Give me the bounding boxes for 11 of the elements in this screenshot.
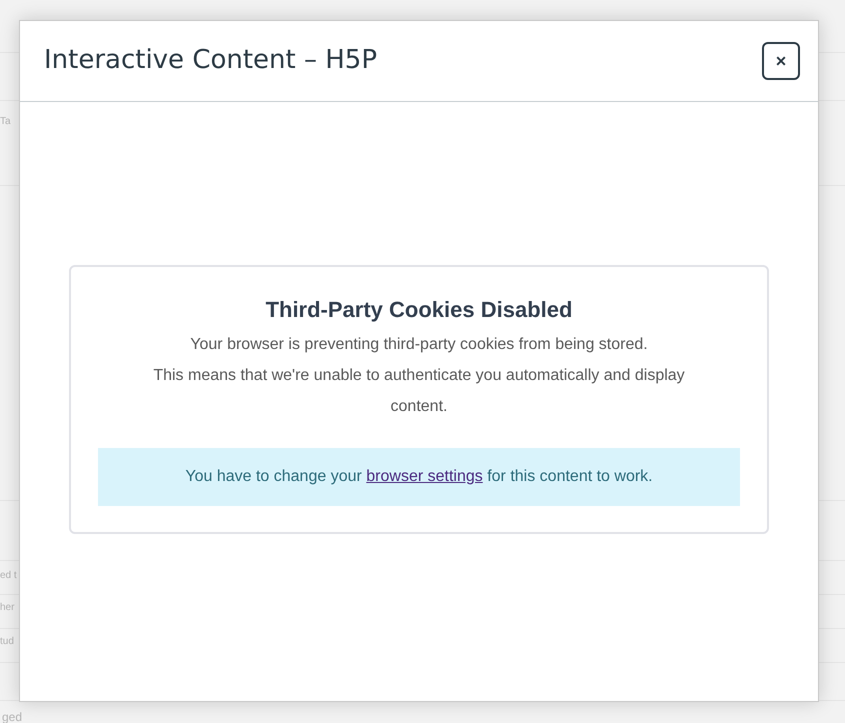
notice-text: Your browser is preventing third-party cookies from being stored.	[189, 335, 649, 356]
background-text: her	[0, 601, 14, 615]
background-text: Ta	[0, 115, 11, 129]
notice-heading: Third-Party Cookies Disabled	[264, 297, 574, 324]
background-text: tud	[0, 635, 14, 649]
close-button[interactable]: ×	[762, 42, 800, 80]
notice-text: This means that we're unable to authenticate you automatically and display content.	[152, 366, 686, 418]
background-text: ed t	[0, 569, 17, 583]
settings-link[interactable]: browser settings	[366, 468, 483, 486]
info-message: You have to change your browser settings for this content to work.	[98, 448, 740, 506]
dialog-title: Interactive Content – H5P	[44, 45, 378, 77]
